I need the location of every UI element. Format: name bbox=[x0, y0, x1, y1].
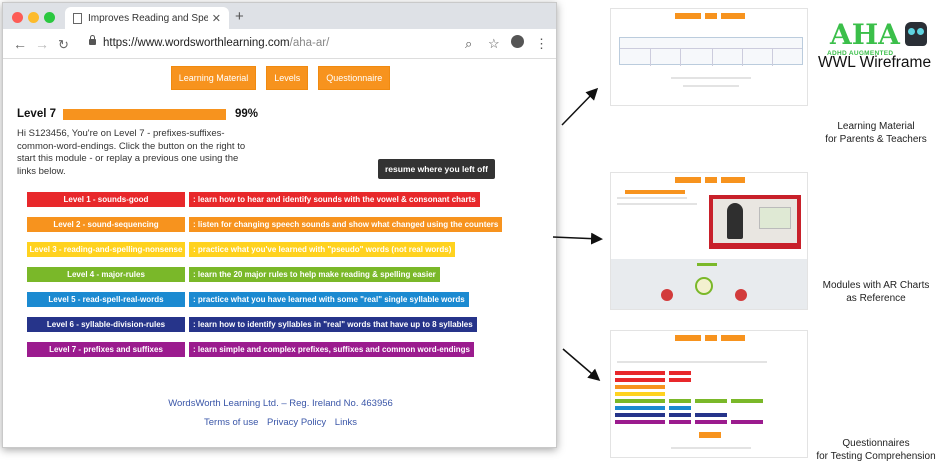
new-tab-icon[interactable]: + bbox=[235, 8, 244, 25]
star-icon[interactable]: ☆ bbox=[488, 36, 500, 52]
owl-mascot-icon bbox=[905, 22, 927, 46]
arrow-to-modules bbox=[552, 232, 603, 245]
browser-tab[interactable]: Improves Reading and Spellin ✕ bbox=[65, 7, 229, 29]
level-link-button[interactable]: Level 7 - prefixes and suffixes bbox=[27, 342, 185, 357]
menu-icon[interactable]: ⋮ bbox=[535, 36, 548, 52]
level-link-button[interactable]: Level 4 - major-rules bbox=[27, 267, 185, 282]
lock-icon bbox=[89, 35, 96, 45]
browser-window: Improves Reading and Spellin ✕ + ← → ↻ h… bbox=[2, 2, 557, 448]
address-bar: ← → ↻ https://www.wordsworthlearning.com… bbox=[3, 29, 556, 59]
learning-material-thumbnail bbox=[610, 8, 808, 106]
wireframe-title: WWL Wireframe bbox=[818, 54, 932, 71]
questionnaire-button[interactable]: Questionnaire bbox=[318, 66, 391, 90]
level-heading: Level 7 bbox=[17, 108, 56, 120]
level-row: Level 7 - prefixes and suffixes : learn s… bbox=[27, 342, 474, 357]
level-link-button[interactable]: Level 5 - read-spell-real-words bbox=[27, 292, 185, 307]
caption-line: Learning Material bbox=[837, 121, 915, 132]
caption-learning: Learning Material for Parents & Teachers bbox=[806, 120, 943, 146]
search-icon[interactable]: ⌕ bbox=[465, 36, 472, 52]
level-row: Level 1 - sounds-good : learn how to hear… bbox=[27, 192, 480, 207]
caption-line: Questionnaires bbox=[842, 438, 910, 449]
caption-questionnaires: Questionnaires for Testing Comprehension bbox=[806, 437, 943, 462]
level-row: Level 2 - sound-sequencing : listen for c… bbox=[27, 217, 503, 232]
level-description[interactable]: : practice what you have learned with so… bbox=[189, 292, 469, 307]
level-link-button[interactable]: Level 3 - reading-and-spelling-nonsense bbox=[27, 242, 185, 257]
url-field[interactable]: https://www.wordsworthlearning.com/aha-a… bbox=[103, 37, 329, 49]
progress-percent: 99% bbox=[235, 108, 259, 120]
terms-link[interactable]: Terms of use bbox=[204, 417, 258, 428]
reload-icon[interactable]: ↻ bbox=[58, 37, 69, 53]
thumb-btn bbox=[721, 13, 745, 19]
arrow-to-questionnaire bbox=[562, 348, 601, 381]
intro-text: Hi S123456, You're on Level 7 - prefixes… bbox=[17, 128, 246, 177]
thumb-btn bbox=[675, 13, 701, 19]
level-description[interactable]: : practice what you've learned with "pse… bbox=[189, 242, 456, 257]
aha-logo: AHA bbox=[830, 18, 900, 51]
level-link-button[interactable]: Level 2 - sound-sequencing bbox=[27, 217, 185, 232]
maximize-window-button[interactable] bbox=[44, 12, 55, 23]
level-row: Level 5 - read-spell-real-words : practic… bbox=[27, 292, 469, 307]
questionnaires-thumbnail bbox=[610, 330, 808, 458]
level-description[interactable]: : learn the 20 major rules to help make … bbox=[189, 267, 440, 282]
progress-bar bbox=[63, 109, 226, 120]
slide-canvas: Improves Reading and Spellin ✕ + ← → ↻ h… bbox=[0, 0, 943, 462]
back-arrow-icon[interactable]: ← bbox=[13, 36, 27, 52]
footer-links: Terms of use Privacy Policy Links bbox=[3, 417, 556, 428]
footer-company: WordsWorth Learning Ltd. – Reg. Ireland … bbox=[168, 398, 393, 409]
close-icon[interactable]: ✕ bbox=[212, 12, 221, 25]
forward-arrow-icon[interactable]: → bbox=[35, 36, 49, 52]
levels-button[interactable]: Levels bbox=[266, 66, 309, 90]
account-icon[interactable] bbox=[511, 35, 524, 48]
caption-modules: Modules with AR Charts as Reference bbox=[806, 279, 943, 305]
arrow-to-learning bbox=[561, 87, 599, 126]
thumb-btn bbox=[721, 177, 745, 183]
level-row: Level 6 - syllable-division-rules : learn… bbox=[27, 317, 477, 332]
privacy-link[interactable]: Privacy Policy bbox=[267, 417, 326, 428]
tab-bar: Improves Reading and Spellin ✕ + bbox=[3, 3, 556, 29]
close-window-button[interactable] bbox=[12, 12, 23, 23]
level-description[interactable]: : listen for changing speech sounds and … bbox=[189, 217, 503, 232]
thumb-btn bbox=[675, 177, 701, 183]
learning-material-button[interactable]: Learning Material bbox=[170, 66, 257, 90]
caption-line: Modules with AR Charts bbox=[822, 280, 930, 291]
level-row: Level 3 - reading-and-spelling-nonsense:… bbox=[27, 242, 456, 257]
level-link-button[interactable]: Level 6 - syllable-division-rules bbox=[27, 317, 185, 332]
page-content: Learning Material Levels Questionnaire L… bbox=[3, 59, 556, 447]
level-description[interactable]: : learn how to hear and identify sounds … bbox=[189, 192, 480, 207]
level-row: Level 4 - major-rules : learn the 20 majo… bbox=[27, 267, 440, 282]
video-frame bbox=[709, 195, 801, 249]
resume-button[interactable]: resume where you left off bbox=[378, 159, 495, 179]
url-host: https://www.wordsworthlearning.com bbox=[103, 37, 290, 49]
url-path: /aha-ar/ bbox=[289, 37, 330, 49]
top-navigation: Learning Material Levels Questionnaire bbox=[3, 66, 556, 90]
thumb-btn bbox=[705, 177, 717, 183]
level-link-button[interactable]: Level 1 - sounds-good bbox=[27, 192, 185, 207]
modules-thumbnail bbox=[610, 172, 808, 310]
level-description[interactable]: : learn simple and complex prefixes, suf… bbox=[189, 342, 474, 357]
thumb-btn bbox=[705, 13, 717, 19]
caption-line: for Parents & Teachers bbox=[825, 134, 927, 145]
links-link[interactable]: Links bbox=[335, 417, 357, 428]
ar-chart-area bbox=[611, 259, 807, 309]
tab-title: Improves Reading and Spellin bbox=[88, 12, 208, 24]
caption-line: as Reference bbox=[846, 293, 906, 304]
level-description[interactable]: : learn how to identify syllables in "re… bbox=[189, 317, 477, 332]
thumb-table bbox=[619, 37, 803, 66]
caption-line: for Testing Comprehension bbox=[816, 451, 936, 462]
document-icon bbox=[73, 12, 82, 24]
minimize-window-button[interactable] bbox=[28, 12, 39, 23]
